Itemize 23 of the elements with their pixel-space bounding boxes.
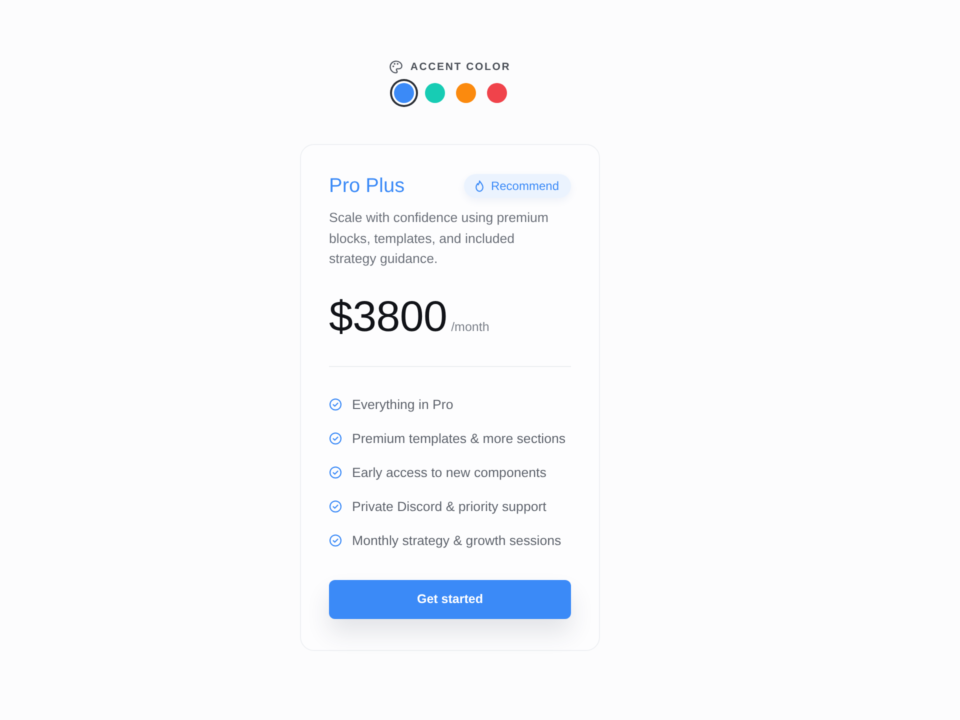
color-swatch[interactable] [456, 83, 476, 103]
recommend-badge: Recommend [464, 174, 571, 198]
check-circle-icon [329, 500, 342, 513]
feature-text: Early access to new components [352, 465, 546, 480]
accent-color-label: ACCENT COLOR [410, 61, 511, 73]
feature-text: Monthly strategy & growth sessions [352, 533, 562, 548]
feature-text: Private Discord & priority support [352, 499, 546, 514]
price-period: /month [451, 320, 490, 334]
feature-text: Everything in Pro [352, 397, 454, 412]
get-started-button[interactable]: Get started [329, 580, 571, 618]
color-swatch[interactable] [394, 83, 414, 103]
check-circle-icon [329, 432, 342, 445]
check-circle-icon [329, 398, 342, 411]
plan-description: Scale with confidence using premium blocks, templates, and included strategy guidance. [329, 209, 550, 268]
palette-icon [389, 60, 404, 74]
color-swatch[interactable] [424, 83, 444, 103]
check-circle-icon [329, 466, 342, 479]
flame-icon [474, 180, 485, 192]
check-circle-icon [329, 534, 342, 547]
price: $3800 [329, 292, 448, 342]
plan-name: Pro Plus [329, 174, 405, 198]
feature-text: Premium templates & more sections [352, 431, 566, 446]
color-swatch[interactable] [486, 83, 506, 103]
